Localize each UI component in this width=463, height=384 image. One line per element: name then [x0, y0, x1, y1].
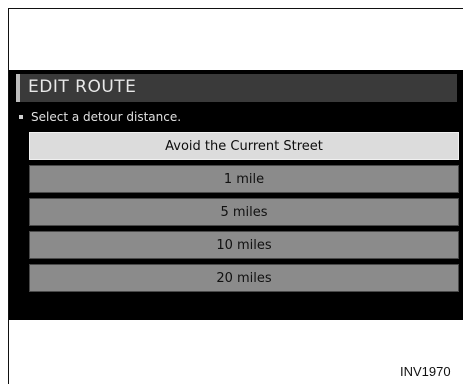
instruction-text-row: Select a detour distance. — [19, 110, 181, 124]
option-5-miles[interactable]: 5 miles — [29, 198, 459, 226]
figure-code: INV1970 — [400, 364, 451, 379]
option-20-miles[interactable]: 20 miles — [29, 264, 459, 292]
title-bar: EDIT ROUTE — [16, 74, 457, 102]
screen-title: EDIT ROUTE — [28, 77, 137, 97]
title-accent — [16, 74, 20, 102]
detour-options-list: Avoid the Current Street 1 mile 5 miles … — [29, 132, 459, 292]
option-avoid-current-street[interactable]: Avoid the Current Street — [29, 132, 459, 160]
instruction-text: Select a detour distance. — [31, 110, 182, 124]
option-10-miles[interactable]: 10 miles — [29, 231, 459, 259]
navigation-screen: EDIT ROUTE Select a detour distance. Avo… — [9, 70, 463, 320]
option-1-mile[interactable]: 1 mile — [29, 165, 459, 193]
bullet-icon — [19, 115, 23, 119]
